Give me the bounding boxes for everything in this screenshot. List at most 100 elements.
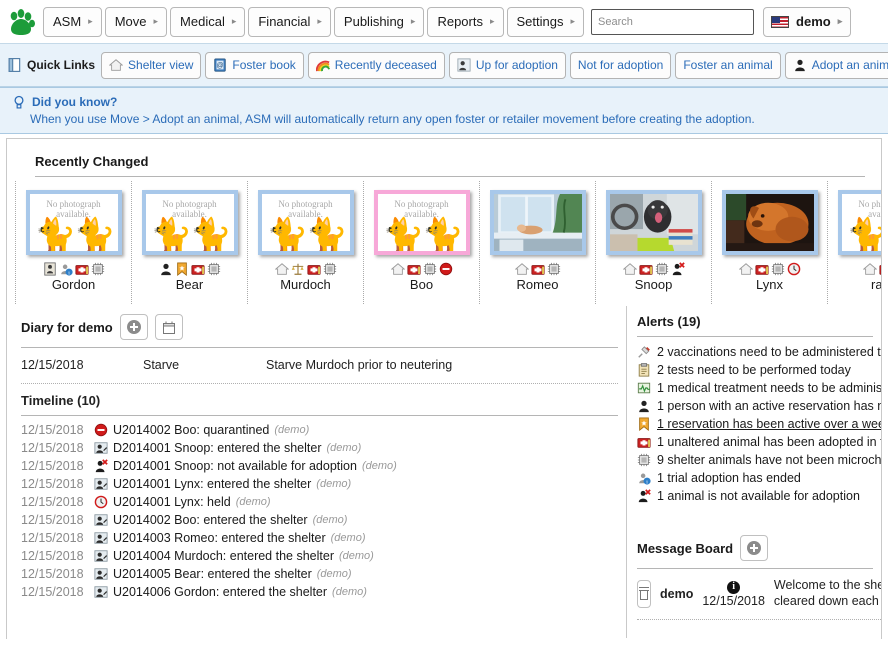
nav-menu-settings[interactable]: Settings ▸ — [506, 6, 585, 37]
timeline-row[interactable]: 12/15/2018 U2014002 Boo: quarantined (de… — [21, 421, 626, 439]
timeline-date: 12/15/2018 — [21, 585, 84, 599]
timeline-row[interactable]: 12/15/2018 D2014001 Snoop: entered the s… — [21, 439, 626, 457]
diary-calendar-button[interactable] — [154, 314, 183, 340]
alert-row[interactable]: 1 unaltered animal has been adopted in t… — [637, 433, 881, 451]
search-input[interactable] — [591, 8, 755, 35]
paw-logo-icon[interactable] — [6, 7, 36, 37]
animal-thumbnail[interactable]: No photographavailable. 🐈🐈 — [257, 190, 354, 255]
animal-name[interactable]: Snoop — [635, 277, 673, 292]
trash-icon — [638, 587, 650, 601]
nav-menu-label: Financial — [258, 14, 311, 29]
alerts-list: 2 vaccinations need to be administered t… — [637, 337, 881, 505]
chevron-right-icon: ▸ — [317, 16, 322, 26]
animal-thumbnail[interactable]: No photographavailable. 🐈🐈 — [25, 190, 122, 255]
alert-row[interactable]: 1 animal is not available for adoption — [637, 487, 881, 505]
nav-menu-medical[interactable]: Medical ▸ — [170, 6, 246, 37]
timeline-row[interactable]: 12/15/2018 U2014002 Boo: entered the she… — [21, 511, 626, 529]
nav-menu-financial[interactable]: Financial ▸ — [248, 6, 331, 37]
alert-text[interactable]: 2 vaccinations need to be administered t… — [657, 344, 881, 361]
no-photograph-placeholder: No photographavailable. 🐈🐈 — [266, 199, 348, 255]
alert-row[interactable]: 1 medical treatment needs to be administ… — [637, 379, 881, 397]
nav-menu-publishing[interactable]: Publishing ▸ — [333, 6, 425, 37]
alert-row[interactable]: 9 shelter animals have not been microchi… — [637, 451, 881, 469]
quicklink-up-for-adoption[interactable]: Up for adoption — [448, 51, 566, 79]
alert-text[interactable]: 9 shelter animals have not been microchi… — [657, 452, 881, 469]
timeline-row[interactable]: 12/15/2018 U2014006 Gordon: entered the … — [21, 583, 626, 601]
timeline-date: 12/15/2018 — [21, 477, 84, 491]
animal-card-ralph[interactable]: No photographavailable. 🐈🐈 ralph — [827, 181, 881, 304]
animal-card-romeo[interactable]: Romeo — [479, 181, 596, 304]
user-menu-button[interactable]: demo ▸ — [763, 6, 852, 37]
alert-row[interactable]: 1 person with an active reservation has … — [637, 397, 881, 415]
animal-name[interactable]: Gordon — [52, 277, 95, 292]
chevron-right-icon: ▸ — [489, 16, 495, 26]
alert-text[interactable]: 1 reservation has been active over a wee… — [657, 416, 881, 433]
alert-text[interactable]: 1 trial adoption has ended — [657, 470, 801, 487]
quicklink-label: Foster an animal — [683, 58, 773, 72]
animal-card-lynx[interactable]: Lynx — [711, 181, 828, 304]
timeline-row[interactable]: 12/15/2018 U2014003 Romeo: entered the s… — [21, 529, 626, 547]
animal-thumbnail[interactable] — [605, 190, 702, 255]
animal-name[interactable]: ralph — [871, 277, 881, 292]
nav-menu-reports[interactable]: Reports ▸ — [427, 6, 504, 37]
quicklink-foster-an-animal[interactable]: Foster an animal — [675, 51, 781, 79]
alert-row[interactable]: i 1 trial adoption has ended — [637, 469, 881, 487]
alert-row[interactable]: 1 reservation has been active over a wee… — [637, 415, 881, 433]
nav-menu-asm[interactable]: ASM ▸ — [43, 6, 102, 37]
animal-status-icons: i — [43, 260, 105, 278]
animal-card-murdoch[interactable]: No photograph available. 🐈🐈 Murdoch — [247, 181, 364, 304]
timeline-row[interactable]: 12/15/2018 U2014004 Murdoch: entered the… — [21, 547, 626, 565]
quicklink-not-for-adoption[interactable]: Not for adoption — [569, 51, 672, 79]
recently-changed-title: Recently Changed — [35, 145, 865, 177]
quicklink-foster-book[interactable]: @ Foster book — [205, 51, 304, 79]
book-icon — [8, 58, 21, 72]
timeline-user: (demo) — [312, 514, 348, 526]
message-board-add-button[interactable] — [740, 535, 769, 561]
nav-menu-label: ASM — [53, 14, 82, 29]
did-you-know-panel: Did you know? When you use Move > Adopt … — [0, 87, 888, 134]
alert-text[interactable]: 1 person with an active reservation has … — [657, 398, 881, 415]
quicklink-shelter-view[interactable]: Shelter view — [101, 51, 202, 79]
animal-name[interactable]: Murdoch — [280, 277, 331, 292]
alert-row[interactable]: 2 tests need to be performed today — [637, 361, 881, 379]
timeline-row[interactable]: 12/15/2018 D2014001 Snoop: not available… — [21, 457, 626, 475]
animal-name[interactable]: Romeo — [517, 277, 559, 292]
animal-card-bear[interactable]: No photograph available. 🐈🐈 Bear — [131, 181, 248, 304]
message-delete-button[interactable] — [637, 579, 651, 608]
quicklink-adopt-an-animal[interactable]: Adopt an animal — [784, 51, 888, 79]
nav-menu-label: Move — [114, 14, 147, 29]
alert-text[interactable]: 2 tests need to be performed today — [657, 362, 851, 379]
animal-card-gordon[interactable]: No photograph available. 🐈🐈 i Gordon — [15, 181, 132, 304]
timeline-row[interactable]: 12/15/2018 U2014001 Lynx: entered the sh… — [21, 475, 626, 493]
timeline-row[interactable]: 12/15/2018 U2014005 Bear: entered the sh… — [21, 565, 626, 583]
timeline-text: U2014005 Bear: entered the shelter — [113, 567, 312, 581]
animal-thumbnail[interactable]: No photographavailable. 🐈🐈 — [141, 190, 238, 255]
animal-thumbnail[interactable] — [489, 190, 586, 255]
animal-thumbnail[interactable]: No photographavailable. 🐈🐈 — [837, 190, 881, 255]
animal-thumbnail[interactable] — [721, 190, 818, 255]
animal-name[interactable]: Boo — [410, 277, 433, 292]
person-icon — [639, 400, 649, 413]
timeline-text: U2014002 Boo: quarantined — [113, 423, 270, 437]
alert-row[interactable]: 2 vaccinations need to be administered t… — [637, 343, 881, 361]
alert-text[interactable]: 1 animal is not available for adoption — [657, 488, 860, 505]
diary-row[interactable]: 12/15/2018 Starve Starve Murdoch prior t… — [21, 348, 618, 384]
animal-status-icons — [862, 260, 881, 278]
animal-card-snoop[interactable]: Snoop — [595, 181, 712, 304]
diary-add-button[interactable] — [119, 314, 148, 340]
timeline-text: U2014004 Murdoch: entered the shelter — [113, 549, 334, 563]
quicklink-recently-deceased[interactable]: Recently deceased — [307, 51, 445, 79]
animal-name[interactable]: Lynx — [756, 277, 783, 292]
animal-card-boo[interactable]: No photograph available. 🐈🐈 Boo — [363, 181, 480, 304]
diary-note: Starve Murdoch prior to neutering — [266, 358, 453, 372]
alert-text[interactable]: 1 medical treatment needs to be administ… — [657, 380, 881, 397]
animal-thumbnail[interactable]: No photographavailable. 🐈🐈 — [373, 190, 470, 255]
medical-kit-icon — [306, 265, 321, 275]
nav-menu-move[interactable]: Move ▸ — [104, 6, 168, 37]
message-body-line2: cleared down each night — [773, 593, 881, 608]
rainbow-icon — [315, 60, 330, 72]
timeline-row[interactable]: 12/15/2018 U2014001 Lynx: held (demo) — [21, 493, 626, 511]
alert-text[interactable]: 1 unaltered animal has been adopted in t… — [657, 434, 881, 451]
medical-kit-icon — [638, 265, 653, 275]
animal-name[interactable]: Bear — [176, 277, 203, 292]
